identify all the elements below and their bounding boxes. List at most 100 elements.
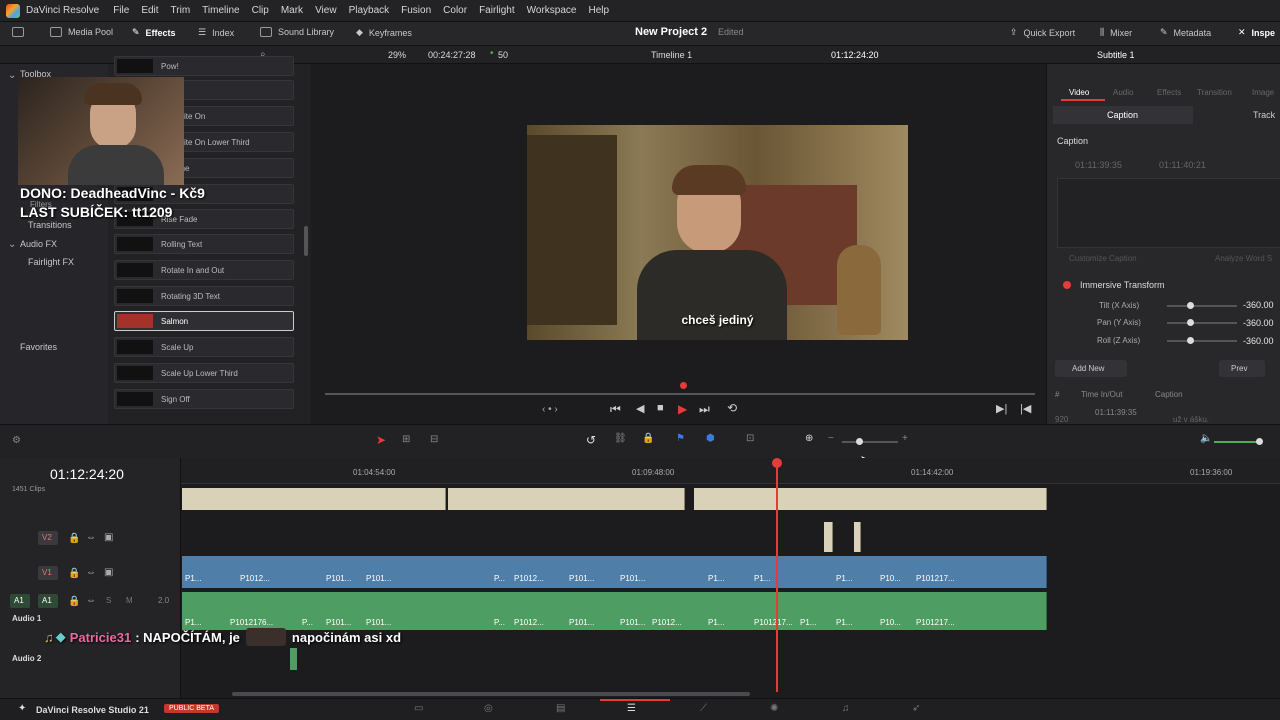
caption-row-timecode[interactable]: 01:11:39:35: [1095, 408, 1137, 417]
go-to-start-icon[interactable]: ⏮: [610, 402, 621, 417]
quick-export-button[interactable]: ⇪ Quick Export: [1010, 27, 1075, 38]
prev-edit-icon[interactable]: |◀: [1020, 402, 1031, 415]
caption-text-area[interactable]: [1057, 178, 1280, 248]
v2-clip[interactable]: [854, 522, 861, 552]
volume-slider[interactable]: [1214, 441, 1260, 443]
menu-timeline[interactable]: Timeline: [202, 5, 239, 16]
media-pool-button[interactable]: Media Pool: [50, 27, 113, 37]
play-icon[interactable]: ▶: [678, 402, 687, 416]
menu-clip[interactable]: Clip: [252, 5, 269, 16]
tab-video[interactable]: Video: [1069, 88, 1089, 97]
tab-audio[interactable]: Audio: [1113, 88, 1133, 97]
subtitle-clip[interactable]: [694, 488, 1047, 510]
next-edit-icon[interactable]: ▶|: [996, 402, 1007, 415]
selection-tool-icon[interactable]: ➤: [376, 433, 386, 447]
lock-icon[interactable]: 🔒: [68, 533, 80, 544]
caption-in-timecode[interactable]: 01:11:39:35: [1075, 160, 1122, 170]
timeline-ruler[interactable]: [181, 458, 1280, 484]
playhead-handle[interactable]: [772, 458, 782, 468]
link-icon[interactable]: ⛓: [614, 433, 627, 444]
roll-value[interactable]: -360.00: [1243, 336, 1274, 346]
video-frame[interactable]: chceš jediný: [527, 125, 908, 340]
v2-clip[interactable]: [824, 522, 833, 552]
pan-value[interactable]: -360.00: [1243, 318, 1274, 328]
inspector-button[interactable]: ✕ Inspe: [1238, 27, 1275, 38]
a1-clip-strip[interactable]: P1... P1012176... P... P101... P101... P…: [182, 592, 1047, 630]
menu-fairlight[interactable]: Fairlight: [479, 5, 515, 16]
lock-icon[interactable]: 🔒: [68, 568, 80, 579]
menu-file[interactable]: File: [113, 5, 129, 16]
menu-workspace[interactable]: Workspace: [527, 5, 577, 16]
track-visibility-icon[interactable]: ▣: [104, 567, 113, 578]
menu-edit[interactable]: Edit: [141, 5, 158, 16]
deliver-page-icon[interactable]: ➶: [912, 703, 920, 714]
jog-icon[interactable]: ‹ • ›: [542, 404, 558, 415]
effect-item-selected[interactable]: Salmon: [114, 311, 294, 331]
zoom-out-icon[interactable]: −: [828, 433, 834, 444]
trim-tool-icon[interactable]: ⊞: [402, 434, 410, 445]
caption-out-timecode[interactable]: 01:11:40:21: [1159, 160, 1206, 170]
metadata-button[interactable]: ✎ Metadata: [1160, 27, 1211, 38]
color-page-icon[interactable]: ✺: [770, 703, 778, 714]
subtab-track[interactable]: Track: [1253, 110, 1275, 120]
scrubber-playhead[interactable]: [680, 382, 687, 389]
zoom-slider[interactable]: [842, 441, 898, 443]
cut-page-icon[interactable]: ◎: [484, 703, 493, 714]
zoom-level[interactable]: 29%: [388, 50, 406, 60]
volume-icon[interactable]: 🔈: [1200, 433, 1212, 444]
edit-page-icon[interactable]: ☰: [627, 703, 636, 714]
tilt-value[interactable]: -360.00: [1243, 300, 1274, 310]
v2-track-label[interactable]: V2: [38, 531, 58, 545]
solo-button[interactable]: S: [106, 596, 111, 605]
immersive-toggle-icon[interactable]: [1063, 281, 1071, 289]
effect-item[interactable]: Scale Up Lower Third: [114, 363, 294, 383]
snapping-icon[interactable]: ↺: [586, 433, 596, 447]
tab-image[interactable]: Image: [1252, 88, 1274, 97]
sound-library-button[interactable]: Sound Library: [260, 27, 334, 37]
caption-row-text[interactable]: už v ášku.: [1173, 415, 1209, 424]
v1-track-label[interactable]: V1: [38, 566, 58, 580]
timeline-name[interactable]: Timeline 1: [651, 50, 692, 60]
analyze-word-button[interactable]: Analyze Word S: [1215, 254, 1272, 263]
add-new-button[interactable]: Add New: [1055, 360, 1127, 377]
auto-select-icon[interactable]: ⇔: [86, 532, 96, 543]
flag-icon[interactable]: ⚑: [676, 433, 685, 444]
keyframes-button[interactable]: ◆ Keyframes: [356, 27, 412, 38]
playhead[interactable]: [776, 460, 778, 692]
play-reverse-icon[interactable]: ◀: [636, 402, 644, 415]
menu-help[interactable]: Help: [588, 5, 609, 16]
volume-knob[interactable]: [1256, 438, 1263, 445]
layout-icon[interactable]: ⚙: [12, 435, 21, 446]
mixer-button[interactable]: ⫼ Mixer: [1100, 27, 1132, 38]
roll-slider[interactable]: [1167, 340, 1237, 342]
edit-page-icon-alt[interactable]: ▤: [556, 703, 565, 714]
marker-icon[interactable]: ⬢: [706, 433, 715, 444]
menu-view[interactable]: View: [315, 5, 337, 16]
lock-icon[interactable]: 🔒: [642, 433, 654, 444]
pan-knob[interactable]: [1187, 319, 1194, 326]
subtab-caption[interactable]: Caption: [1053, 106, 1193, 124]
tree-fairlight-fx[interactable]: Fairlight FX: [28, 257, 74, 267]
roll-knob[interactable]: [1187, 337, 1194, 344]
tab-effects[interactable]: Effects: [1157, 88, 1181, 97]
menu-playback[interactable]: Playback: [349, 5, 390, 16]
prev-button[interactable]: Prev: [1219, 360, 1265, 377]
index-button[interactable]: ☰ Index: [198, 27, 234, 38]
pan-slider[interactable]: [1167, 322, 1237, 324]
subtitle-clip[interactable]: [448, 488, 685, 510]
media-page-icon[interactable]: ▭: [414, 703, 423, 714]
zoom-in-icon[interactable]: +: [902, 433, 908, 444]
lock-icon[interactable]: 🔒: [68, 596, 80, 607]
tree-transitions[interactable]: Transitions: [28, 220, 72, 230]
tab-transition[interactable]: Transition: [1197, 88, 1232, 97]
subtitle-clip[interactable]: [182, 488, 446, 510]
v1-clip-strip[interactable]: P1... P1012... P101... P101... P... P101…: [182, 556, 1047, 588]
track-visibility-icon[interactable]: ▣: [104, 532, 113, 543]
panel-toggle-button[interactable]: [12, 27, 30, 37]
fusion-page-icon[interactable]: ⟋: [700, 703, 707, 714]
effect-item[interactable]: Rotating 3D Text: [114, 286, 294, 306]
loop-icon[interactable]: ⟲: [727, 401, 737, 415]
effects-scrollbar[interactable]: [304, 226, 308, 256]
viewer-scrubber[interactable]: [325, 393, 1035, 395]
effect-item[interactable]: Scale Up: [114, 337, 294, 357]
